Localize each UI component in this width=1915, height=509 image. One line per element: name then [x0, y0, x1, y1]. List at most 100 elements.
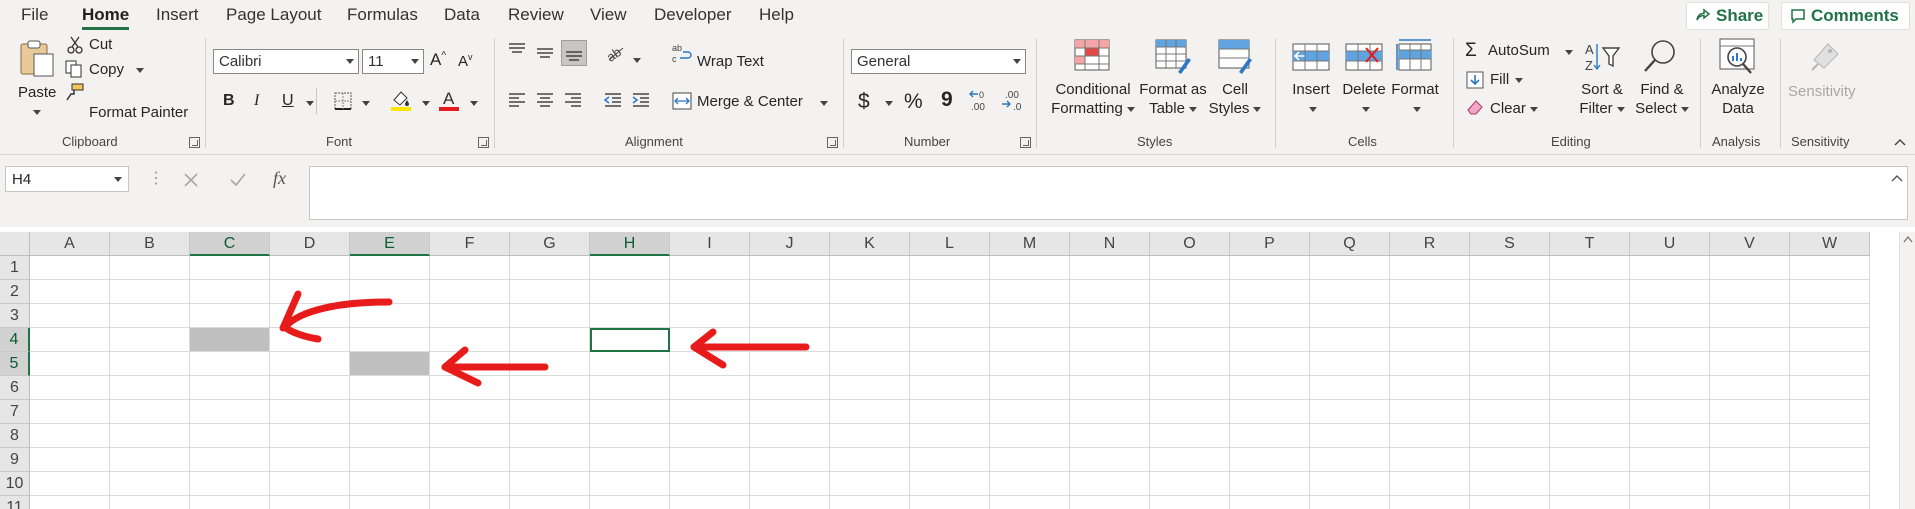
orientation-icon[interactable]: ab	[605, 42, 627, 64]
top-align-icon[interactable]	[507, 42, 527, 60]
fill-button[interactable]: Fill	[1490, 71, 1509, 88]
align-left-icon[interactable]	[507, 91, 527, 109]
sigma-icon: Σ	[1465, 40, 1477, 61]
comment-icon	[1791, 9, 1805, 24]
number-format-value: General	[857, 53, 911, 70]
increase-decimal-icon[interactable]: 0.00	[968, 88, 994, 114]
fill-color-icon[interactable]	[390, 88, 412, 112]
copy-dropdown-icon[interactable]	[136, 68, 144, 73]
increase-indent-icon[interactable]	[631, 91, 651, 109]
format-button[interactable]: Format	[1388, 80, 1442, 118]
underline-dropdown-icon[interactable]	[306, 101, 314, 106]
svg-text:.00: .00	[1005, 90, 1019, 101]
font-launcher-icon[interactable]	[478, 137, 489, 148]
clear-button[interactable]: Clear	[1490, 100, 1526, 117]
divider	[1036, 38, 1037, 148]
align-right-icon[interactable]	[563, 91, 583, 109]
font-color-dropdown-icon[interactable]	[470, 101, 478, 106]
delete-label: Delete	[1342, 81, 1386, 98]
fill-dropdown-icon[interactable]	[1515, 78, 1523, 83]
divider	[316, 88, 317, 114]
insert-function-button[interactable]: fx	[273, 168, 286, 189]
font-color-icon[interactable]: A	[438, 88, 460, 112]
currency-dropdown-icon[interactable]	[885, 101, 893, 106]
font-size-select[interactable]: 11	[362, 49, 424, 74]
analyze-data-label-2: Data	[1722, 100, 1754, 117]
formula-bar: H4 ⋮ fx	[0, 155, 1915, 227]
more-options-icon[interactable]: ⋮	[148, 168, 164, 188]
conditional-formatting-button[interactable]: Conditional Formatting	[1046, 80, 1140, 118]
font-name-select[interactable]: Calibri	[213, 49, 359, 74]
collapse-ribbon-icon[interactable]	[1894, 137, 1906, 147]
chevron-down-icon	[1253, 106, 1262, 112]
cancel-icon[interactable]	[183, 172, 199, 188]
formula-input[interactable]	[309, 166, 1908, 220]
decrease-indent-icon[interactable]	[603, 91, 623, 109]
borders-dropdown-icon[interactable]	[362, 101, 370, 106]
orientation-dropdown-icon[interactable]	[633, 58, 641, 63]
paste-label[interactable]: Paste	[18, 84, 56, 101]
sensitivity-button[interactable]: Sensitivity	[1788, 83, 1856, 100]
fill-color-dropdown-icon[interactable]	[422, 101, 430, 106]
increase-font-size-icon[interactable]: A^	[430, 50, 446, 70]
find-select-button[interactable]: Find & Select	[1632, 80, 1692, 118]
insert-button[interactable]: Insert	[1288, 80, 1334, 118]
enter-icon[interactable]	[229, 172, 247, 188]
italic-button[interactable]: I	[254, 92, 259, 110]
tab-data[interactable]: Data	[444, 5, 480, 25]
alignment-launcher-icon[interactable]	[827, 137, 838, 148]
autosum-dropdown-icon[interactable]	[1565, 50, 1573, 55]
clear-dropdown-icon[interactable]	[1530, 107, 1538, 112]
format-as-table-label-2: Table	[1149, 100, 1185, 117]
align-center-icon[interactable]	[535, 91, 555, 109]
insert-label: Insert	[1292, 81, 1330, 98]
chevron-up-icon[interactable]	[1891, 173, 1903, 183]
decrease-font-size-icon[interactable]: Av	[458, 52, 473, 70]
delete-button[interactable]: Delete	[1338, 80, 1390, 118]
chevron-down-icon	[1188, 106, 1197, 112]
tab-formulas[interactable]: Formulas	[347, 5, 418, 25]
format-as-table-icon	[1155, 39, 1191, 74]
cell-styles-button[interactable]: Cell Styles	[1207, 80, 1263, 118]
autosum-button[interactable]: AutoSum	[1488, 42, 1550, 59]
number-launcher-icon[interactable]	[1020, 137, 1031, 148]
analyze-data-button[interactable]: Analyze Data	[1706, 80, 1770, 118]
paste-icon[interactable]	[17, 38, 57, 78]
comma-style-button[interactable]: 9	[941, 88, 953, 112]
bottom-align-button[interactable]	[561, 40, 587, 66]
number-format-select[interactable]: General	[851, 49, 1026, 74]
clipboard-launcher-icon[interactable]	[189, 137, 200, 148]
wrap-text-button[interactable]: Wrap Text	[697, 53, 764, 70]
percent-button[interactable]: %	[904, 90, 923, 114]
tab-view[interactable]: View	[590, 5, 627, 25]
middle-align-icon[interactable]	[535, 44, 555, 62]
comments-button[interactable]: Comments	[1781, 2, 1910, 30]
share-button[interactable]: Share	[1686, 2, 1769, 30]
tab-home[interactable]: Home	[82, 5, 129, 25]
merge-center-button[interactable]: Merge & Center	[697, 93, 803, 110]
tab-developer[interactable]: Developer	[654, 5, 732, 25]
name-box[interactable]: H4	[5, 166, 129, 192]
decrease-decimal-icon[interactable]: .00.0	[1000, 88, 1026, 114]
underline-button[interactable]: U	[282, 92, 294, 110]
cut-button[interactable]: Cut	[89, 36, 112, 53]
share-icon	[1696, 8, 1711, 21]
format-as-table-button[interactable]: Format as Table	[1137, 80, 1209, 118]
bold-button[interactable]: B	[223, 92, 235, 110]
sort-filter-button[interactable]: Sort & Filter	[1571, 80, 1633, 118]
merge-center-icon	[672, 92, 692, 110]
tab-file[interactable]: File	[21, 5, 48, 25]
tab-insert[interactable]: Insert	[156, 5, 199, 25]
tab-help[interactable]: Help	[759, 5, 794, 25]
divider	[1275, 38, 1276, 148]
merge-center-dropdown-icon[interactable]	[820, 101, 828, 106]
tab-page-layout[interactable]: Page Layout	[226, 5, 321, 25]
copy-button[interactable]: Copy	[89, 61, 124, 78]
paste-dropdown-icon[interactable]	[33, 110, 41, 115]
borders-icon[interactable]	[334, 92, 352, 110]
currency-button[interactable]: $	[858, 90, 870, 114]
format-painter-button[interactable]: Format Painter	[89, 104, 188, 121]
font-name-value: Calibri	[219, 53, 262, 70]
tab-review[interactable]: Review	[508, 5, 564, 25]
delete-cells-icon	[1345, 43, 1383, 71]
